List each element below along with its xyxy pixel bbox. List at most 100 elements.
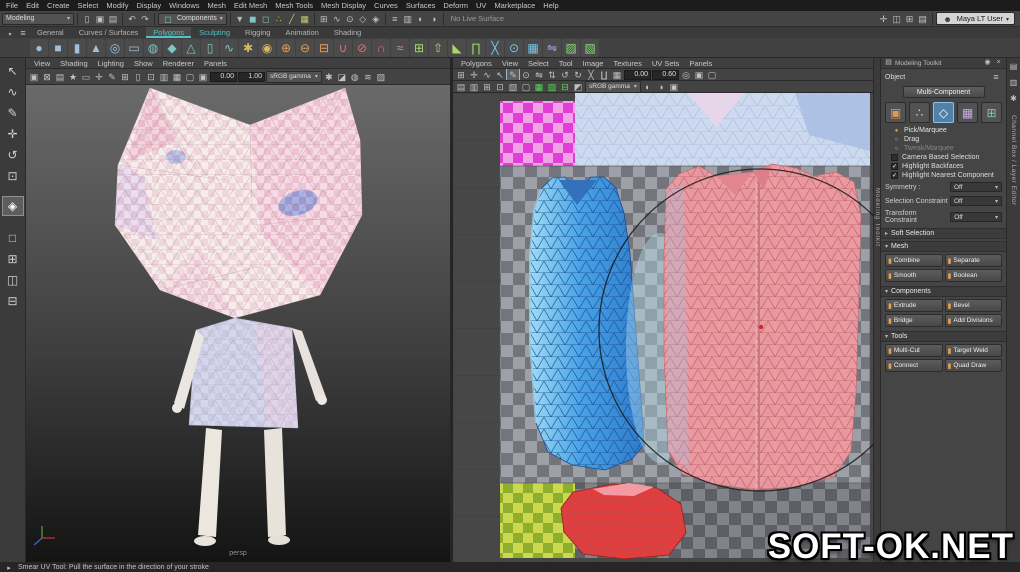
baked-texture-icon[interactable]: ▣ [668,81,680,92]
view-grid-icon[interactable]: ⊞ [481,81,493,92]
menu-item-mesh-display[interactable]: Mesh Display [317,1,370,10]
shelf-tab-curves-surfaces[interactable]: Curves / Surfaces [72,27,146,38]
poly-soccer-icon[interactable]: ◉ [258,38,276,57]
live-surface-label[interactable]: No Live Surface [451,14,504,23]
uv-u-field[interactable] [624,69,651,80]
selection-mode-dropdown[interactable]: Components [158,12,227,25]
snap-plane-icon[interactable]: ◇ [357,13,369,25]
shelf-tab-animation[interactable]: Animation [278,27,325,38]
show-manipulator-icon[interactable]: ✛ [878,13,890,25]
menuset-dropdown[interactable]: Modeling [2,12,74,25]
open-render-view-icon[interactable]: ▥ [402,13,414,25]
separate-button[interactable]: ▮ Separate [944,254,1002,267]
toolkit-options-icon[interactable] [990,71,1002,83]
move-tool-icon[interactable]: ✛ [3,125,23,143]
vp-menu-item-renderer[interactable]: Renderer [158,59,199,68]
menu-item-mesh-tools[interactable]: Mesh Tools [271,1,317,10]
tool-settings-icon[interactable]: ✱ [1008,93,1020,105]
row-value-dropdown[interactable]: Off [950,196,1002,206]
grease-pencil-icon[interactable]: ✎ [106,71,118,83]
construction-history-icon[interactable]: ≡ [389,13,401,25]
poly-plane-icon[interactable]: ▭ [125,38,143,57]
scale-tool-icon[interactable]: ⊡ [3,167,23,185]
menu-item-help[interactable]: Help [539,1,562,10]
save-scene-icon[interactable]: ▤ [107,13,119,25]
menu-item-surfaces[interactable]: Surfaces [402,1,440,10]
multi-component-button[interactable]: Multi-Component [902,86,985,98]
extrude-button[interactable]: ▮ Extrude [885,299,943,312]
bookmarks-icon[interactable]: ★ [67,71,79,83]
shelf-tab-polygons[interactable]: Polygons [146,27,192,38]
shelf-list-icon[interactable] [17,27,29,39]
anti-aliasing-icon[interactable]: ≋ [362,71,374,83]
smooth-button[interactable]: ▮ Smooth [885,269,943,282]
lighting-icon[interactable]: ✱ [323,71,335,83]
menu-item-mesh[interactable]: Mesh [204,1,230,10]
boolean-button[interactable]: ▮ Boolean [944,269,1002,282]
checker-map-icon[interactable]: ▦ [533,81,545,92]
add-divisions-button[interactable]: ▮ Add Divisions [944,314,1002,327]
section-header-tools[interactable]: Tools [881,331,1006,342]
section-header-mesh[interactable]: Mesh [881,241,1006,252]
vp-menu-item-image[interactable]: Image [578,59,609,68]
undo-icon[interactable]: ↶ [126,13,138,25]
row-value-dropdown[interactable]: Off [950,212,1002,222]
shaded-uv-icon[interactable]: ▧ [507,81,519,92]
toolkit-pin-icon[interactable] [983,57,992,69]
vp-menu-item-panels[interactable]: Panels [684,59,717,68]
safe-action-icon[interactable]: ▢ [184,71,196,83]
vp-menu-item-tool[interactable]: Tool [554,59,578,68]
smear-uv-tool-icon[interactable]: ✎ [506,69,520,80]
shelf-tab-shading[interactable]: Shading [327,27,369,38]
toolkit-option-tweak-marquee[interactable]: Tweak/Marquee [881,144,1006,153]
channel-box-tab[interactable]: Channel Box / Layer Editor [1010,115,1017,206]
gate-mask-icon[interactable]: ▥ [158,71,170,83]
mask-lines-icon[interactable]: ╱ [286,13,298,25]
ipr-render-icon[interactable]: ◑ [428,13,440,25]
redo-icon[interactable]: ↷ [139,13,151,25]
image-plane-icon[interactable]: ▭ [80,71,92,83]
dim-image-icon[interactable]: ▥ [468,81,480,92]
select-camera-icon[interactable]: ▣ [28,71,40,83]
menu-item-modify[interactable]: Modify [102,1,132,10]
snap-point-icon[interactable]: ⊙ [344,13,356,25]
rotate-tool-icon[interactable]: ↺ [3,146,23,164]
poly-cylinder-icon[interactable]: ▮ [68,38,86,57]
pan-zoom-icon[interactable]: ✛ [93,71,105,83]
toolkit-checkbox-highlight-backfaces[interactable]: ✓ Highlight Backfaces [881,162,1006,171]
multi-cut-button[interactable]: ▮ Multi-Cut [885,344,943,357]
snap-uv-icon[interactable]: ◎ [680,69,692,80]
xray-icon[interactable]: ▨ [375,71,387,83]
combine-button[interactable]: ▮ Combine [885,254,943,267]
safe-title-icon[interactable]: ▣ [197,71,209,83]
rotate-uv-cw-icon[interactable]: ↻ [572,69,584,80]
menu-item-uv[interactable]: UV [472,1,490,10]
single-pane-layout-icon[interactable]: □ [3,229,23,247]
display-image-icon[interactable]: ▤ [455,81,467,92]
lasso-tool-icon[interactable]: ∿ [3,83,23,101]
unitize-uv-icon[interactable]: ▢ [706,69,718,80]
vp-menu-item-view[interactable]: View [29,59,55,68]
vp-menu-item-lighting[interactable]: Lighting [93,59,129,68]
shelf-tab-general[interactable]: General [30,27,71,38]
target-weld-icon[interactable]: ⊙ [505,38,523,57]
poly-gear-icon[interactable]: ✱ [239,38,257,57]
workspace-icon[interactable]: ◫ [891,13,903,25]
move-uv-shell-icon[interactable]: ✛ [468,69,480,80]
separate-icon[interactable]: ⊖ [296,38,314,57]
soft-selection-header[interactable]: Soft Selection [881,228,1006,239]
row-value-dropdown[interactable]: Off [950,182,1002,192]
multi-component-mode-icon[interactable]: ▣ [885,102,906,123]
connect-button[interactable]: ▮ Connect [885,359,943,372]
vp-menu-item-select[interactable]: Select [523,59,554,68]
open-scene-icon[interactable]: ▣ [94,13,106,25]
target-weld-button[interactable]: ▮ Target Weld [944,344,1002,357]
vp-menu-item-view[interactable]: View [497,59,523,68]
toolkit-option-drag[interactable]: Drag [881,135,1006,144]
grid-toggle-icon[interactable]: ⊞ [119,71,131,83]
face-mode-icon[interactable]: ▦ [957,102,978,123]
current-tool-button[interactable]: ◈ [1,196,24,216]
poly-helix-icon[interactable]: ∿ [220,38,238,57]
bevel-icon[interactable]: ◣ [448,38,466,57]
vp-menu-item-shading[interactable]: Shading [55,59,93,68]
